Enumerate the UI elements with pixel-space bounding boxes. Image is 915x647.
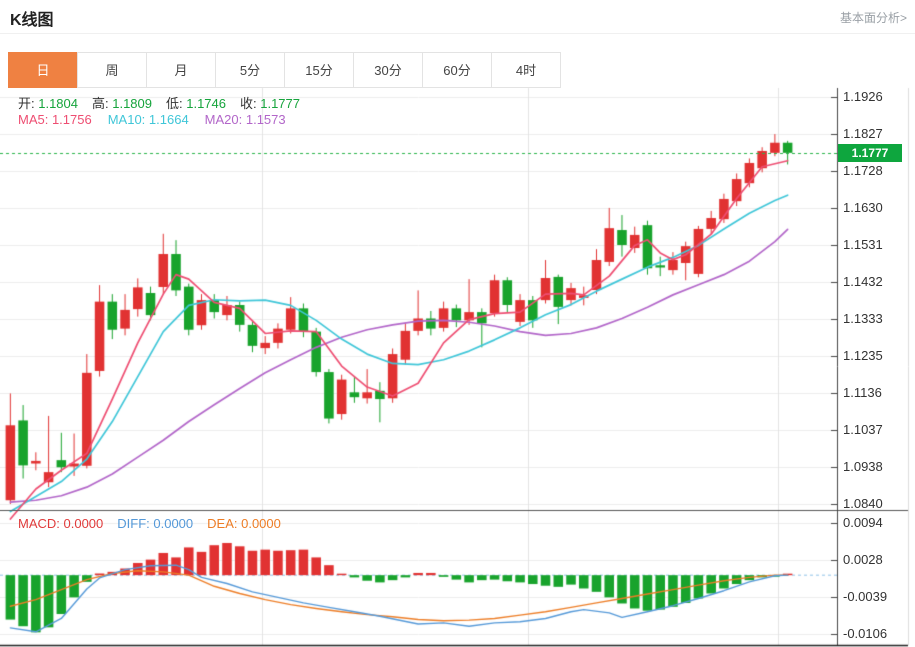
ma-legend-item: MA10: 1.1664 — [107, 112, 189, 127]
y-axis-tick: 1.1333 — [843, 311, 883, 327]
tab-15min[interactable]: 15分 — [284, 52, 354, 88]
interval-tab-bar: 日周月 5分 15分 30分 60分 4时 — [8, 52, 561, 88]
y-axis-tick: 1.1926 — [843, 89, 883, 104]
kline-app: K线图 基本面分析> 日周月 5分 15分 30分 60分 4时 开: 1.1804 高: … — [0, 0, 915, 647]
ohlc-legend-item: 低: 1.1746 — [166, 96, 226, 111]
macd-legend-item: MACD: 0.0000 — [18, 516, 104, 531]
ma-legend: MA5: 1.1756 MA10: 1.1664 MA20: 1.1573 — [18, 112, 302, 127]
page-title: K线图 — [10, 12, 54, 29]
ma-legend-item: MA5: 1.1756 — [18, 112, 92, 127]
y-axis-tick: 1.1037 — [843, 422, 883, 438]
last-price-badge: 1.1777 — [838, 143, 902, 162]
y-axis-tick: 1.0938 — [843, 459, 883, 475]
y-axis-tick: 1.1531 — [843, 237, 883, 253]
y-axis-tick: 1.0840 — [843, 496, 883, 511]
y-axis-tick: 1.1630 — [843, 199, 883, 215]
macd-y-axis-tick: 0.0094 — [843, 515, 883, 530]
macd-y-axis-tick: -0.0039 — [843, 588, 888, 604]
y-axis-tick: 1.1432 — [843, 274, 883, 290]
tab-30min[interactable]: 30分 — [353, 52, 423, 88]
ma-legend-item: MA20: 1.1573 — [204, 112, 286, 127]
tab-60min[interactable]: 60分 — [422, 52, 492, 88]
fundamental-analysis-link[interactable]: 基本面分析> — [840, 9, 907, 26]
ohlc-legend-item: 高: 1.1809 — [92, 96, 152, 111]
macd-legend-item: DIFF: 0.0000 — [117, 516, 194, 531]
macd-y-axis-tick: -0.0106 — [843, 626, 888, 641]
ohlc-legend-item: 收: 1.1777 — [240, 96, 300, 111]
macd-y-axis-tick: 0.0028 — [843, 551, 883, 567]
tab-5min[interactable]: 5分 — [215, 52, 285, 88]
tab-4hour[interactable]: 4时 — [491, 52, 561, 88]
ohlc-legend-item: 开: 1.1804 — [18, 96, 78, 111]
macd-legend: MACD: 0.0000 DIFF: 0.0000 DEA: 0.0000 — [18, 516, 295, 531]
ohlc-legend: 开: 1.1804 高: 1.1809 低: 1.1746 收: 1.1777 — [18, 93, 314, 112]
tab-day[interactable]: 日 — [8, 52, 78, 88]
y-axis-tick: 1.1136 — [843, 385, 882, 401]
tab-week[interactable]: 周 — [77, 52, 147, 88]
header-divider — [0, 33, 915, 34]
tab-month[interactable]: 月 — [146, 52, 216, 88]
y-axis-tick: 1.1827 — [843, 126, 883, 142]
y-axis-tick: 1.1728 — [843, 163, 883, 179]
y-axis-tick: 1.1235 — [843, 347, 883, 363]
macd-legend-item: DEA: 0.0000 — [207, 516, 281, 531]
